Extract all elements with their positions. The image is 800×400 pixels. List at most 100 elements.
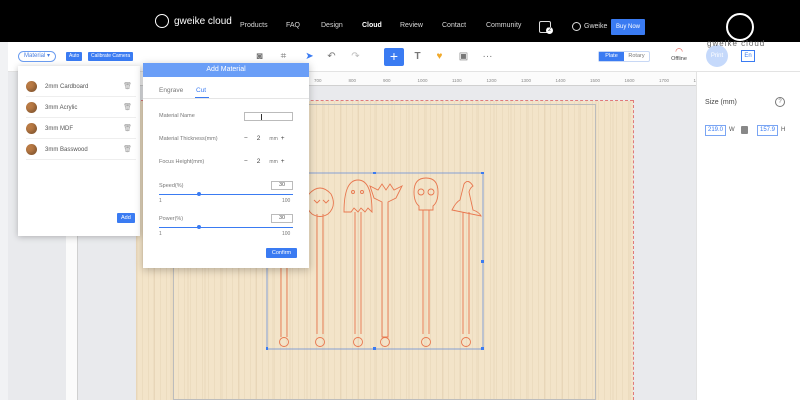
- height-unit: H: [781, 127, 786, 133]
- material-swatch-icon: [26, 102, 37, 113]
- buy-now-button[interactable]: Buy Now: [611, 19, 645, 35]
- tab-engrave[interactable]: Engrave: [159, 87, 183, 94]
- ruler-tick-label: 1000: [417, 78, 428, 83]
- material-swatch-icon: [26, 123, 37, 134]
- tab-cut[interactable]: Cut: [196, 87, 206, 94]
- power-label: Power(%): [159, 216, 184, 222]
- material-label: 3mm Basswood: [45, 146, 88, 153]
- nav-link-contact[interactable]: Contact: [442, 22, 466, 29]
- material-select-label: Material: [24, 53, 46, 59]
- material-name-label: Material Name: [159, 113, 195, 119]
- user-name: Gweike: [584, 23, 608, 30]
- language-button[interactable]: En: [741, 50, 755, 62]
- focus-value[interactable]: 2: [257, 158, 261, 165]
- text-cursor: [261, 114, 262, 120]
- add-material-button[interactable]: Add: [117, 213, 135, 223]
- delete-icon[interactable]: 🗑: [123, 82, 132, 90]
- material-name-input[interactable]: [244, 112, 293, 121]
- ruler-tick-label: 1600: [624, 78, 635, 83]
- mode-plate-button[interactable]: Plate: [599, 52, 624, 61]
- text-tool-icon[interactable]: T: [412, 51, 423, 62]
- nav-link-products[interactable]: Products: [240, 22, 268, 29]
- top-nav: gweike cloud Products FAQ Design Cloud R…: [0, 0, 800, 42]
- material-swatch-icon: [26, 81, 37, 92]
- redo-icon[interactable]: ↷: [350, 51, 361, 62]
- add-shape-button[interactable]: +: [384, 48, 404, 66]
- nav-link-cloud[interactable]: Cloud: [362, 22, 382, 29]
- nav-link-review[interactable]: Review: [400, 22, 423, 29]
- thickness-unit: mm: [269, 135, 278, 142]
- add-material-dialog: Add Material Engrave Cut Material Name M…: [143, 63, 309, 268]
- material-list-panel: 2mm Cardboard 🗑 3mm Acrylic 🗑 3mm MDF 🗑 …: [18, 66, 140, 236]
- gweike-logo-icon: [155, 14, 169, 28]
- user-menu[interactable]: Gweike: [572, 22, 607, 31]
- speed-slider[interactable]: [159, 194, 293, 195]
- size-title: Size (mm): [705, 99, 737, 106]
- select-pointer-icon[interactable]: ➤: [304, 51, 315, 62]
- delete-icon[interactable]: 🗑: [123, 124, 132, 132]
- ruler-tick-label: 700: [314, 78, 322, 83]
- connection-status[interactable]: ◠ Offline: [668, 46, 690, 62]
- camera-icon[interactable]: ◙: [254, 51, 265, 62]
- ruler-tick-label: 1100: [452, 78, 462, 83]
- brand-name: gweike cloud: [174, 15, 232, 27]
- width-unit: W: [729, 127, 735, 133]
- focus-minus-button[interactable]: −: [244, 158, 248, 165]
- power-input[interactable]: 30: [271, 214, 293, 223]
- speed-label: Speed(%): [159, 183, 184, 189]
- material-item-cardboard[interactable]: 2mm Cardboard 🗑: [26, 77, 136, 97]
- thickness-value[interactable]: 2: [257, 135, 261, 142]
- auto-button[interactable]: Auto: [66, 52, 83, 61]
- focus-height-stepper: − 2 mm +: [244, 158, 285, 165]
- mode-rotary-button[interactable]: Rotary: [624, 52, 649, 61]
- confirm-button[interactable]: Confirm: [266, 248, 297, 258]
- print-button[interactable]: Print: [706, 45, 728, 67]
- ruler-tick-label: 900: [383, 78, 391, 83]
- calibrate-camera-button[interactable]: Calibrate Camera: [88, 52, 134, 61]
- height-input[interactable]: 157.9: [757, 125, 778, 136]
- limit-line-right: [633, 100, 634, 400]
- nav-link-community[interactable]: Community: [486, 22, 521, 29]
- work-mode-toggle: Plate Rotary: [598, 51, 650, 62]
- gweike-corner-logo-icon: [726, 13, 754, 41]
- nav-link-faq[interactable]: FAQ: [286, 22, 300, 29]
- brand[interactable]: gweike cloud: [155, 14, 232, 28]
- power-slider-handle[interactable]: [197, 225, 202, 229]
- ruler-tick-label: 1400: [555, 78, 566, 83]
- focus-plus-button[interactable]: +: [281, 158, 285, 165]
- material-label: 2mm Cardboard: [45, 83, 89, 90]
- power-slider[interactable]: [159, 227, 293, 228]
- thickness-label: Material Thickness(mm): [159, 136, 218, 142]
- active-tab-indicator: [195, 97, 209, 98]
- shape-tool-icon[interactable]: ♥: [434, 51, 445, 62]
- material-select[interactable]: Material ▾: [18, 51, 57, 62]
- delete-icon[interactable]: 🗑: [123, 103, 132, 111]
- image-tool-icon[interactable]: ▣: [458, 51, 469, 62]
- watermark-text: gweike cloud: [707, 39, 766, 48]
- undo-icon[interactable]: ↶: [326, 51, 337, 62]
- speed-max: 100: [282, 198, 291, 204]
- dialog-title: Add Material: [143, 63, 309, 77]
- speed-input[interactable]: 30: [271, 181, 293, 190]
- material-item-basswood[interactable]: 3mm Basswood 🗑: [26, 140, 136, 160]
- delete-icon[interactable]: 🗑: [123, 145, 132, 153]
- thickness-stepper: − 2 mm +: [244, 135, 285, 142]
- material-label: 3mm Acrylic: [45, 104, 78, 111]
- nav-link-design[interactable]: Design: [321, 22, 343, 29]
- power-min: 1: [159, 231, 162, 237]
- ruler-tick-label: 1300: [521, 78, 532, 83]
- offline-label: Offline: [671, 56, 687, 62]
- thickness-minus-button[interactable]: −: [244, 135, 248, 142]
- material-item-mdf[interactable]: 3mm MDF 🗑: [26, 119, 136, 139]
- focus-height-label: Focus Height(mm): [159, 159, 205, 165]
- frame-icon[interactable]: ⌗: [278, 51, 289, 62]
- thickness-plus-button[interactable]: +: [281, 135, 285, 142]
- more-icon[interactable]: ···: [482, 51, 493, 62]
- lock-ratio-icon[interactable]: [741, 126, 748, 134]
- width-input[interactable]: 219.0: [705, 125, 726, 136]
- material-item-acrylic[interactable]: 3mm Acrylic 🗑: [26, 98, 136, 118]
- material-swatch-icon: [26, 144, 37, 155]
- help-icon[interactable]: ?: [775, 97, 785, 107]
- speed-slider-handle[interactable]: [197, 192, 202, 196]
- user-icon: [572, 22, 581, 31]
